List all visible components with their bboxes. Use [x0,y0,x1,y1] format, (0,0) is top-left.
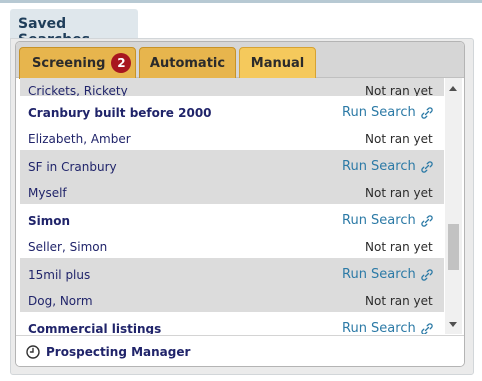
tab-automatic-label: Automatic [149,55,226,71]
tab-manual[interactable]: Manual [239,47,316,79]
scrollbar-thumb[interactable] [448,224,459,270]
list-item: Simon Run Search Seller, Simon Not ran y… [20,204,444,258]
link-icon [421,214,433,227]
tab-screening[interactable]: Screening 2 [19,47,136,79]
widget-title: Saved Searches [10,9,138,48]
search-status: Not ran yet [365,186,433,200]
count-badge: 2 [111,53,132,73]
run-search-label: Run Search [342,321,416,334]
run-search-label: Run Search [342,213,416,228]
run-search-label: Run Search [342,267,416,282]
clock-icon [26,344,40,359]
search-list: Crickets, Rickety Not ran yet Cranbury b… [20,78,444,334]
search-owner: Seller, Simon [28,240,108,254]
list-item: 15mil plus Run Search Dog, Norm Not ran … [20,258,444,312]
search-name: Commercial listings [28,322,162,334]
scrollbar[interactable] [445,78,462,334]
link-icon [421,268,433,281]
footer-label: Prospecting Manager [46,344,191,359]
search-name: Cranbury built before 2000 [28,106,212,120]
search-status: Not ran yet [365,240,433,254]
run-search-link[interactable]: Run Search [342,159,433,174]
run-search-link[interactable]: Run Search [342,105,433,120]
search-owner: Myself [28,186,67,200]
run-search-label: Run Search [342,105,416,120]
link-icon [421,106,433,119]
run-search-link[interactable]: Run Search [342,267,433,282]
tab-screening-label: Screening [32,55,106,71]
prospecting-manager-link[interactable]: Prospecting Manager [16,335,464,366]
list-item: Commercial listings Run Search [20,312,444,334]
search-owner: Elizabeth, Amber [28,132,131,146]
search-name: Simon [28,214,71,228]
link-icon [421,322,433,334]
tab-bar: Screening 2 Automatic Manual [16,42,464,79]
tab-manual-label: Manual [250,55,305,71]
top-border [0,0,482,3]
saved-searches-box: Screening 2 Automatic Manual Crickets, R… [15,41,465,367]
search-name: 15mil plus [28,268,91,282]
tab-automatic[interactable]: Automatic [139,47,236,79]
run-search-link[interactable]: Run Search [342,321,433,334]
search-name: SF in Cranbury [28,160,117,174]
scroll-down-icon[interactable] [449,322,457,327]
scroll-up-icon[interactable] [449,86,457,91]
list-item: SF in Cranbury Run Search Myself Not ran… [20,150,444,204]
search-owner: Dog, Norm [28,294,93,308]
run-search-label: Run Search [342,159,416,174]
list-item: Crickets, Rickety Not ran yet [20,78,444,98]
search-status: Not ran yet [365,294,433,308]
run-search-link[interactable]: Run Search [342,213,433,228]
link-icon [421,160,433,173]
list-item: Cranbury built before 2000 Run Search El… [20,96,444,150]
search-status: Not ran yet [365,132,433,146]
